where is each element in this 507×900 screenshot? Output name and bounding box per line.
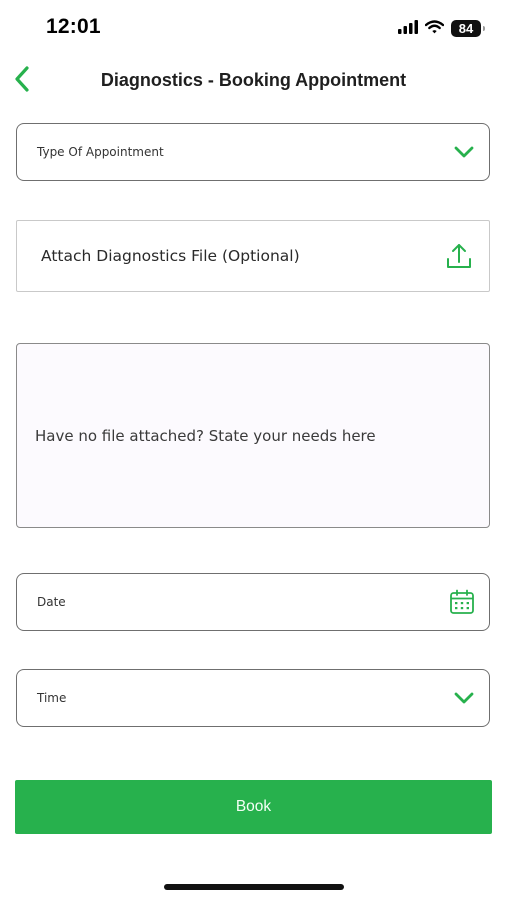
status-icons: 84 [398,19,485,38]
home-indicator[interactable] [164,884,344,890]
battery-level: 84 [458,21,474,36]
calendar-icon[interactable] [449,589,475,615]
status-time: 12:01 [46,15,101,38]
time-select[interactable]: Time [16,669,490,727]
wifi-icon [424,19,445,38]
chevron-down-icon [453,145,475,159]
appointment-type-label: Type Of Appointment [37,145,164,159]
time-label: Time [37,691,67,705]
appointment-type-select[interactable]: Type Of Appointment [16,123,490,181]
cellular-signal-icon [398,19,418,38]
page-title: Diagnostics - Booking Appointment [100,70,407,90]
needs-textarea[interactable]: Have no file attached? State your needs … [16,343,490,528]
date-field[interactable]: Date [16,573,490,631]
nav-bar: Diagnostics - Booking Appointment [0,56,507,108]
book-button[interactable]: Book [15,780,492,834]
battery-icon: 84 [451,20,485,37]
attach-file-button[interactable]: Attach Diagnostics File (Optional) [16,220,490,292]
needs-placeholder: Have no file attached? State your needs … [35,426,376,445]
status-bar: 12:01 84 [0,0,507,56]
chevron-down-icon [453,691,475,705]
attach-file-label: Attach Diagnostics File (Optional) [41,247,300,265]
date-label: Date [37,595,66,609]
upload-icon[interactable] [445,242,473,270]
